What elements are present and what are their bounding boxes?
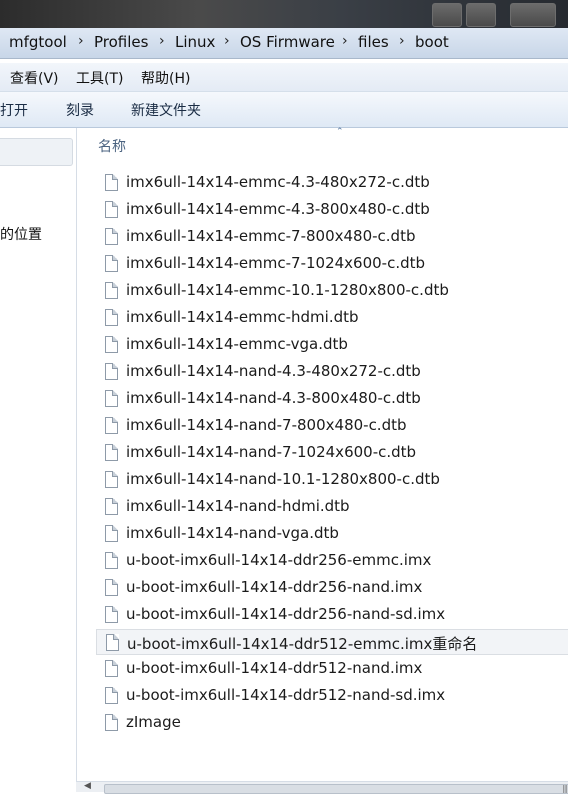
file-row[interactable]: zImage (98, 710, 568, 736)
file-row[interactable]: imx6ull-14x14-nand-10.1-1280x800-c.dtb (98, 467, 568, 493)
file-name: imx6ull-14x14-nand-hdmi.dtb (126, 497, 350, 515)
file-name: imx6ull-14x14-nand-7-1024x600-c.dtb (126, 443, 417, 461)
file-name: u-boot-imx6ull-14x14-ddr512-nand-sd.imx (126, 686, 446, 704)
refresh-icon[interactable] (466, 3, 496, 27)
file-name: imx6ull-14x14-nand-vga.dtb (126, 524, 339, 542)
file-icon (105, 309, 118, 326)
breadcrumb-separator[interactable]: › (342, 33, 348, 49)
nav-item-selected[interactable] (0, 138, 73, 166)
file-icon (105, 660, 118, 677)
back-icon[interactable] (432, 3, 462, 27)
file-icon (105, 417, 118, 434)
file-row-selected[interactable]: u-boot-imx6ull-14x14-ddr512-emmc.imx重命名 (96, 629, 568, 655)
nav-item-locations[interactable]: 的位置 (0, 224, 42, 244)
file-row[interactable]: imx6ull-14x14-nand-vga.dtb (98, 521, 568, 547)
file-name: u-boot-imx6ull-14x14-ddr256-nand.imx (126, 578, 423, 596)
file-name: u-boot-imx6ull-14x14-ddr256-nand-sd.imx (126, 605, 446, 623)
file-name: imx6ull-14x14-emmc-hdmi.dtb (126, 308, 359, 326)
file-name: imx6ull-14x14-emmc-4.3-800x480-c.dtb (126, 200, 430, 218)
breadcrumb-linux[interactable]: Linux (175, 33, 215, 51)
file-name: imx6ull-14x14-emmc-10.1-1280x800-c.dtb (126, 281, 449, 299)
file-icon (105, 687, 118, 704)
horizontal-scrollbar[interactable]: ◀ ||| (76, 781, 568, 794)
file-icon (105, 363, 118, 380)
file-name: u-boot-imx6ull-14x14-ddr512-nand.imx (126, 659, 423, 677)
file-row[interactable]: imx6ull-14x14-nand-hdmi.dtb (98, 494, 568, 520)
minimize-button[interactable] (510, 3, 556, 27)
file-name: imx6ull-14x14-emmc-7-800x480-c.dtb (126, 227, 416, 245)
burn-button[interactable]: 刻录 (66, 100, 94, 120)
file-icon (105, 606, 118, 623)
scrollbar-thumb[interactable] (104, 784, 568, 794)
open-button[interactable]: 打开 (0, 100, 28, 120)
file-name: imx6ull-14x14-nand-10.1-1280x800-c.dtb (126, 470, 440, 488)
file-icon (105, 552, 118, 569)
file-name: imx6ull-14x14-nand-4.3-800x480-c.dtb (126, 389, 421, 407)
file-icon (105, 714, 118, 731)
file-icon (105, 390, 118, 407)
file-icon (105, 282, 118, 299)
file-name: imx6ull-14x14-emmc-7-1024x600-c.dtb (126, 254, 426, 272)
file-row[interactable]: imx6ull-14x14-emmc-hdmi.dtb (98, 305, 568, 331)
file-icon (105, 336, 118, 353)
file-row[interactable]: imx6ull-14x14-emmc-4.3-800x480-c.dtb (98, 197, 568, 223)
new-folder-button[interactable]: 新建文件夹 (131, 100, 201, 120)
breadcrumb-separator[interactable]: › (224, 33, 230, 49)
file-name: u-boot-imx6ull-14x14-ddr512-emmc.imx重命名 (127, 635, 478, 653)
file-row[interactable]: u-boot-imx6ull-14x14-ddr512-nand-sd.imx (98, 683, 568, 709)
file-icon (105, 525, 118, 542)
file-row[interactable]: imx6ull-14x14-emmc-10.1-1280x800-c.dtb (98, 278, 568, 304)
file-name: u-boot-imx6ull-14x14-ddr256-emmc.imx (126, 551, 432, 569)
file-name: imx6ull-14x14-emmc-vga.dtb (126, 335, 348, 353)
file-icon (105, 174, 118, 191)
menu-view[interactable]: 查看(V) (10, 68, 59, 88)
breadcrumb-separator[interactable]: › (159, 33, 165, 49)
breadcrumb-separator[interactable]: › (78, 33, 84, 49)
file-icon (105, 471, 118, 488)
breadcrumb-separator[interactable]: › (399, 33, 405, 49)
file-icon (105, 201, 118, 218)
address-bar[interactable]: mfgtool › Profiles › Linux › OS Firmware… (0, 28, 568, 59)
file-row[interactable]: imx6ull-14x14-nand-7-800x480-c.dtb (98, 413, 568, 439)
file-row[interactable]: imx6ull-14x14-emmc-7-1024x600-c.dtb (98, 251, 568, 277)
file-icon (105, 228, 118, 245)
scrollbar-grip-icon: ||| (562, 784, 568, 793)
file-icon (105, 579, 118, 596)
breadcrumb-boot[interactable]: boot (415, 33, 449, 51)
file-row[interactable]: u-boot-imx6ull-14x14-ddr256-nand-sd.imx (98, 602, 568, 628)
breadcrumb-mfgtool[interactable]: mfgtool (9, 33, 67, 51)
file-row[interactable]: u-boot-imx6ull-14x14-ddr512-nand.imx (98, 656, 568, 682)
column-header-name[interactable]: 名称 (98, 136, 126, 156)
file-icon (105, 498, 118, 515)
file-row[interactable]: imx6ull-14x14-emmc-4.3-480x272-c.dtb (98, 170, 568, 196)
breadcrumb-os-firmware[interactable]: OS Firmware (240, 33, 335, 51)
window-title-bar (0, 0, 568, 28)
sort-ascending-icon: ⌃ (336, 127, 344, 137)
navigation-pane: 的位置 (0, 128, 77, 791)
file-row[interactable]: imx6ull-14x14-nand-4.3-480x272-c.dtb (98, 359, 568, 385)
file-row[interactable]: u-boot-imx6ull-14x14-ddr256-nand.imx (98, 575, 568, 601)
file-icon (105, 444, 118, 461)
file-row[interactable]: imx6ull-14x14-nand-4.3-800x480-c.dtb (98, 386, 568, 412)
file-row[interactable]: imx6ull-14x14-emmc-vga.dtb (98, 332, 568, 358)
menu-help[interactable]: 帮助(H) (141, 68, 190, 88)
file-row[interactable]: imx6ull-14x14-emmc-7-800x480-c.dtb (98, 224, 568, 250)
file-row[interactable]: imx6ull-14x14-nand-7-1024x600-c.dtb (98, 440, 568, 466)
file-row[interactable]: u-boot-imx6ull-14x14-ddr256-emmc.imx (98, 548, 568, 574)
file-icon (106, 634, 119, 651)
command-toolbar: 打开 刻录 新建文件夹 (0, 92, 568, 128)
file-icon (105, 255, 118, 272)
file-name: imx6ull-14x14-emmc-4.3-480x272-c.dtb (126, 173, 430, 191)
file-name: zImage (126, 713, 181, 731)
menu-bar: 查看(V) 工具(T) 帮助(H) (0, 63, 568, 92)
breadcrumb-files[interactable]: files (358, 33, 389, 51)
menu-tools[interactable]: 工具(T) (76, 68, 123, 88)
file-name: imx6ull-14x14-nand-7-800x480-c.dtb (126, 416, 407, 434)
scroll-left-icon[interactable]: ◀ (84, 781, 91, 791)
file-name: imx6ull-14x14-nand-4.3-480x272-c.dtb (126, 362, 421, 380)
breadcrumb-profiles[interactable]: Profiles (94, 33, 148, 51)
